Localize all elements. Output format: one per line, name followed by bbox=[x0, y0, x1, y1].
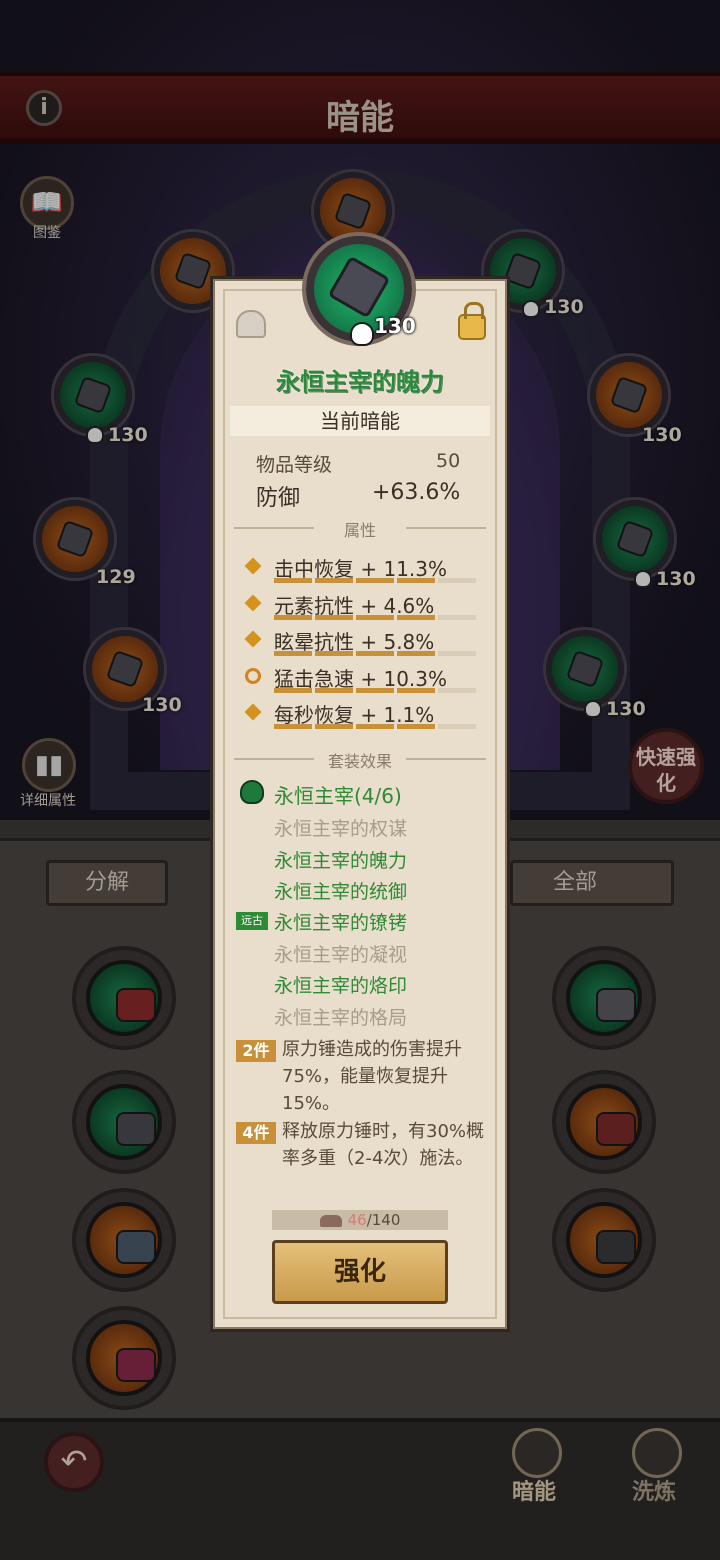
set-item: 永恒主宰的魄力 bbox=[274, 850, 408, 872]
attribute-bar bbox=[274, 724, 476, 729]
item-level-badge: 130 bbox=[374, 314, 416, 338]
item-level-value: 50 bbox=[436, 450, 461, 472]
bonus-4-badge: 4件 bbox=[236, 1122, 276, 1144]
current-energy-banner: 当前暗能 bbox=[230, 406, 490, 436]
stat-value: +63.6% bbox=[372, 480, 461, 505]
upgrade-button[interactable]: 强化 bbox=[272, 1240, 448, 1304]
ancient-badge: 远古 bbox=[236, 912, 268, 930]
skull-icon bbox=[350, 322, 374, 346]
set-item: 永恒主宰的格局 bbox=[274, 1007, 408, 1029]
cost-total: /140 bbox=[366, 1211, 401, 1229]
set-item: 永恒主宰的统御 bbox=[274, 881, 408, 903]
attribute-bar bbox=[274, 578, 476, 583]
attribute-bar bbox=[274, 615, 476, 620]
set-item: 永恒主宰的权谋 bbox=[274, 818, 408, 840]
set-skull-icon bbox=[240, 780, 264, 804]
swirl-icon bbox=[245, 668, 261, 684]
stat-label: 防御 bbox=[256, 486, 301, 511]
set-divider: 套装效果 bbox=[234, 748, 486, 771]
ore-icon bbox=[319, 1214, 342, 1227]
set-item: 永恒主宰的凝视 bbox=[274, 944, 408, 966]
item-name: 永恒主宰的魄力 bbox=[276, 368, 444, 396]
set-item: 永恒主宰的烙印 bbox=[274, 975, 408, 997]
attribute-bar bbox=[274, 651, 476, 656]
upgrade-cost: 46/140 bbox=[272, 1210, 448, 1230]
bonus-2-badge: 2件 bbox=[236, 1040, 276, 1062]
cost-current: 46 bbox=[347, 1211, 367, 1229]
bonus-2-text: 原力锤造成的伤害提升75%，能量恢复提升15%。 bbox=[282, 1039, 462, 1114]
compare-helmet-icon[interactable] bbox=[236, 310, 266, 338]
bonus-4-text: 释放原力锤时，有30%概率多重（2-4次）施法。 bbox=[282, 1121, 485, 1169]
attributes-divider: 属性 bbox=[234, 517, 486, 540]
item-level-label: 物品等级 bbox=[256, 454, 333, 476]
shoulder-armor-icon bbox=[327, 255, 391, 319]
set-item: 永恒主宰的镣铐 bbox=[274, 912, 408, 934]
attribute-bar bbox=[274, 688, 476, 693]
lock-icon[interactable] bbox=[458, 302, 486, 340]
set-name: 永恒主宰(4/6) bbox=[274, 784, 402, 808]
